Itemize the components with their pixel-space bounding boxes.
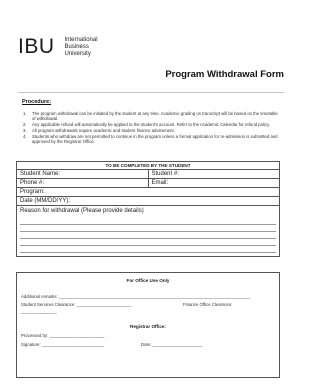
form-title: Program Withdrawal Form	[165, 69, 284, 80]
procedure-text: Students who withdraw are not permitted …	[32, 133, 278, 145]
phone-field[interactable]: Phone #:	[17, 179, 148, 187]
procedure-list: 1. The program withdrawal can be initiat…	[22, 111, 280, 145]
student-section-table: TO BE COMPLETED BY THE STUDENT Student N…	[16, 161, 280, 257]
table-row: Date (MM/DD/YY):	[17, 197, 279, 206]
table-row: Program:	[17, 188, 279, 197]
procedure-label: Procedure:	[22, 99, 52, 105]
reason-lines[interactable]	[17, 218, 279, 256]
registrar-date-field[interactable]: Date: _____________________	[141, 342, 203, 347]
reason-line[interactable]	[20, 246, 276, 253]
student-number-field[interactable]: Student #:	[147, 170, 280, 178]
procedure-number: 2.	[23, 122, 27, 128]
reason-line[interactable]	[20, 218, 276, 225]
additional-remarks-field[interactable]: Additional remarks: ____________________…	[21, 294, 250, 299]
procedure-text: The program withdrawal can be initiated …	[32, 111, 278, 122]
student-name-field[interactable]: Student Name:	[17, 170, 148, 178]
reason-label: Reason for withdrawal (Please provide de…	[20, 208, 144, 214]
procedure-number: 1.	[23, 111, 27, 116]
signature-field[interactable]: Signature: __________________________	[21, 342, 104, 347]
date-field[interactable]: Date (MM/DD/YY):	[17, 197, 279, 205]
reason-line[interactable]	[20, 232, 276, 239]
logo-line-1: International	[64, 37, 98, 43]
procedure-text: Any applicable refund will automatically…	[32, 122, 271, 128]
program-field[interactable]: Program:	[17, 188, 279, 196]
logo-wordmark: International Business University	[65, 37, 98, 58]
email-field[interactable]: Email:	[147, 179, 280, 187]
office-use-title: For Office Use Only	[126, 278, 170, 283]
procedure-item: 2. Any applicable refund will automatica…	[22, 122, 280, 127]
logo-mark: IBU	[18, 35, 55, 58]
procedure-item: 4. Students who withdraw are not permitt…	[22, 134, 280, 145]
table-row: Student Name: Student #:	[17, 170, 279, 179]
logo-line-3: University	[64, 51, 91, 57]
office-use-box: For Office Use Only Additional remarks: …	[16, 272, 280, 378]
procedure-item: 1. The program withdrawal can be initiat…	[22, 111, 280, 122]
registrar-office-title: Registrar Office:	[130, 324, 166, 329]
procedure-number: 3.	[23, 128, 27, 133]
finance-clearance-field[interactable]: Finance Office Clearance:	[183, 302, 233, 307]
reason-line[interactable]	[20, 239, 276, 246]
ibu-logo: IBU International Business University	[18, 36, 98, 58]
title-divider	[18, 92, 284, 93]
procedure-number: 4.	[23, 133, 27, 139]
logo-line-2: Business	[64, 44, 89, 50]
procedure-text: All program withdrawals require academic…	[32, 128, 175, 133]
table-row: Reason for withdrawal (Please provide de…	[17, 206, 279, 218]
reason-line[interactable]	[20, 225, 276, 232]
procedure-item: 3. All program withdrawals require acade…	[22, 128, 280, 133]
processed-by-field[interactable]: Processed by: _______________________	[21, 333, 104, 338]
table-row: Phone #: Email:	[17, 179, 279, 188]
student-section-header: TO BE COMPLETED BY THE STUDENT	[17, 162, 279, 170]
finance-clearance-line[interactable]: _______________	[21, 309, 57, 314]
student-services-clearance-field[interactable]: Student Services Clearance: ____________…	[21, 302, 132, 307]
